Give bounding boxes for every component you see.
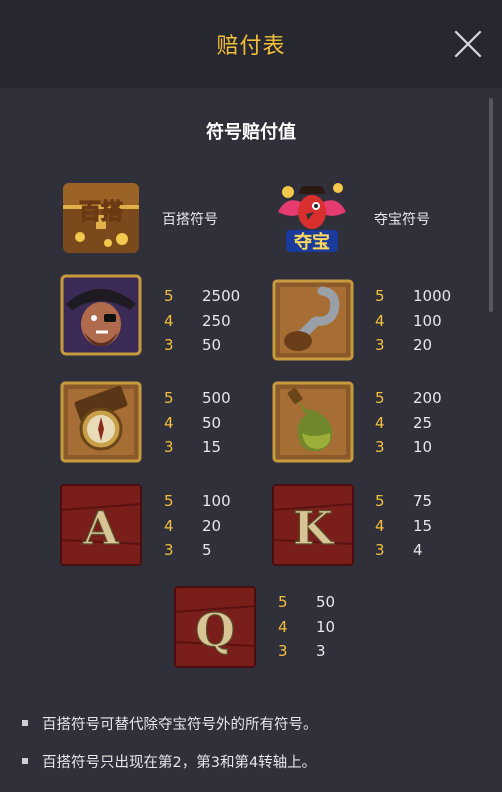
pay-count: 3	[375, 336, 385, 354]
scatter-parrot-icon: 夺宝	[268, 172, 356, 260]
pirate-captain-icon	[60, 274, 142, 356]
paytable-hook: 5 1000 4 100 3 20	[375, 284, 451, 358]
pay-value: 20	[202, 516, 222, 535]
pay-row: 3 50	[164, 333, 240, 358]
paytable-k: 5 75 4 15 34	[375, 489, 432, 563]
paytable-bottle: 5 200 4 25 3 10	[375, 386, 442, 460]
hook-icon	[272, 279, 354, 361]
pay-count: 5	[164, 492, 174, 510]
paytable-compass: 5 500 4 50 3 15	[164, 386, 231, 460]
paytable-pirate: 5 2500 4 250 3 50	[164, 284, 240, 358]
pay-count: 3	[164, 336, 174, 354]
pay-value: 5	[202, 541, 212, 559]
pay-row: 4 15	[375, 514, 432, 539]
pay-row: 5 100	[164, 489, 231, 514]
pay-value: 100	[202, 492, 231, 510]
pay-count: 5	[164, 389, 174, 407]
pay-value: 250	[202, 311, 231, 330]
wild-symbol-label: 百搭符号	[162, 212, 218, 228]
pay-count: 3	[164, 541, 174, 559]
paytable-q: 5 50 4 10 33	[278, 590, 335, 664]
letter-text: Q	[195, 603, 235, 657]
pay-row: 4 10	[278, 615, 335, 640]
pay-row: 5 2500	[164, 284, 240, 309]
pay-value: 200	[413, 389, 442, 407]
pay-count: 3	[375, 541, 385, 559]
pay-row: 33	[278, 639, 335, 664]
pay-count: 5	[164, 287, 174, 305]
letter-k-icon: K	[272, 484, 354, 566]
bullet-icon	[22, 720, 28, 726]
pay-row: 4 250	[164, 309, 240, 334]
wild-badge-text: 百搭	[79, 200, 124, 225]
pay-count: 5	[375, 287, 385, 305]
pay-count: 4	[375, 413, 385, 432]
note-text: 百搭符号可替代除夺宝符号外的所有符号。	[42, 716, 318, 733]
pay-value: 15	[202, 438, 222, 456]
pay-value: 25	[413, 413, 433, 432]
scatter-badge-text: 夺宝	[294, 231, 330, 253]
pay-value: 50	[316, 593, 336, 611]
letter-text: K	[293, 501, 335, 555]
compass-icon	[60, 381, 142, 463]
pay-row: 5 1000	[375, 284, 451, 309]
pay-row: 3 10	[375, 435, 442, 460]
pay-row: 3 15	[164, 435, 231, 460]
pay-row: 4 100	[375, 309, 451, 334]
pay-count: 5	[375, 389, 385, 407]
pay-value: 10	[316, 617, 336, 636]
pay-count: 4	[164, 413, 174, 432]
pay-value: 50	[202, 413, 222, 432]
pay-value: 50	[202, 336, 222, 354]
wild-treasure-chest-icon: 百搭	[60, 175, 142, 257]
rules-notes: 百搭符号可替代除夺宝符号外的所有符号。 百搭符号只出现在第2，第3和第4转轴上。	[22, 704, 482, 780]
note-text: 百搭符号只出现在第2，第3和第4转轴上。	[42, 754, 317, 771]
pay-row: 4 25	[375, 411, 442, 436]
pay-count: 3	[278, 642, 288, 660]
paytable-a: 5 100 4 20 35	[164, 489, 231, 563]
pay-row: 5 500	[164, 386, 231, 411]
page-title: 赔付表	[216, 34, 286, 59]
pay-count: 4	[375, 516, 385, 535]
header-bar: 赔付表	[0, 0, 502, 88]
pay-row: 34	[375, 538, 432, 563]
close-icon[interactable]	[454, 30, 482, 58]
pay-count: 4	[278, 617, 288, 636]
rum-bottle-icon	[272, 381, 354, 463]
section-title: 符号赔付值	[206, 122, 296, 143]
letter-q-icon: Q	[174, 586, 256, 668]
pay-count: 4	[164, 311, 174, 330]
pay-value: 10	[413, 438, 433, 456]
pay-row: 4 50	[164, 411, 231, 436]
pay-value: 3	[316, 642, 326, 660]
pay-value: 1000	[413, 287, 452, 305]
pay-row: 5 50	[278, 590, 335, 615]
pay-value: 20	[413, 336, 433, 354]
pay-count: 3	[164, 438, 174, 456]
pay-row: 35	[164, 538, 231, 563]
letter-a-icon: A	[60, 484, 142, 566]
pay-value: 500	[202, 389, 231, 407]
pay-count: 3	[375, 438, 385, 456]
pay-value: 75	[413, 492, 433, 510]
pay-value: 2500	[202, 287, 241, 305]
pay-value: 4	[413, 541, 423, 559]
bullet-icon	[22, 758, 28, 764]
pay-row: 5 200	[375, 386, 442, 411]
pay-count: 5	[375, 492, 385, 510]
scatter-symbol-label: 夺宝符号	[374, 212, 430, 228]
letter-text: A	[82, 501, 120, 555]
pay-count: 4	[164, 516, 174, 535]
pay-row: 5 75	[375, 489, 432, 514]
pay-value: 100	[413, 311, 442, 330]
pay-row: 4 20	[164, 514, 231, 539]
note-item: 百搭符号只出现在第2，第3和第4转轴上。	[22, 742, 482, 780]
pay-count: 4	[375, 311, 385, 330]
note-item: 百搭符号可替代除夺宝符号外的所有符号。	[22, 704, 482, 742]
pay-value: 15	[413, 516, 433, 535]
pay-count: 5	[278, 593, 288, 611]
pay-row: 3 20	[375, 333, 451, 358]
